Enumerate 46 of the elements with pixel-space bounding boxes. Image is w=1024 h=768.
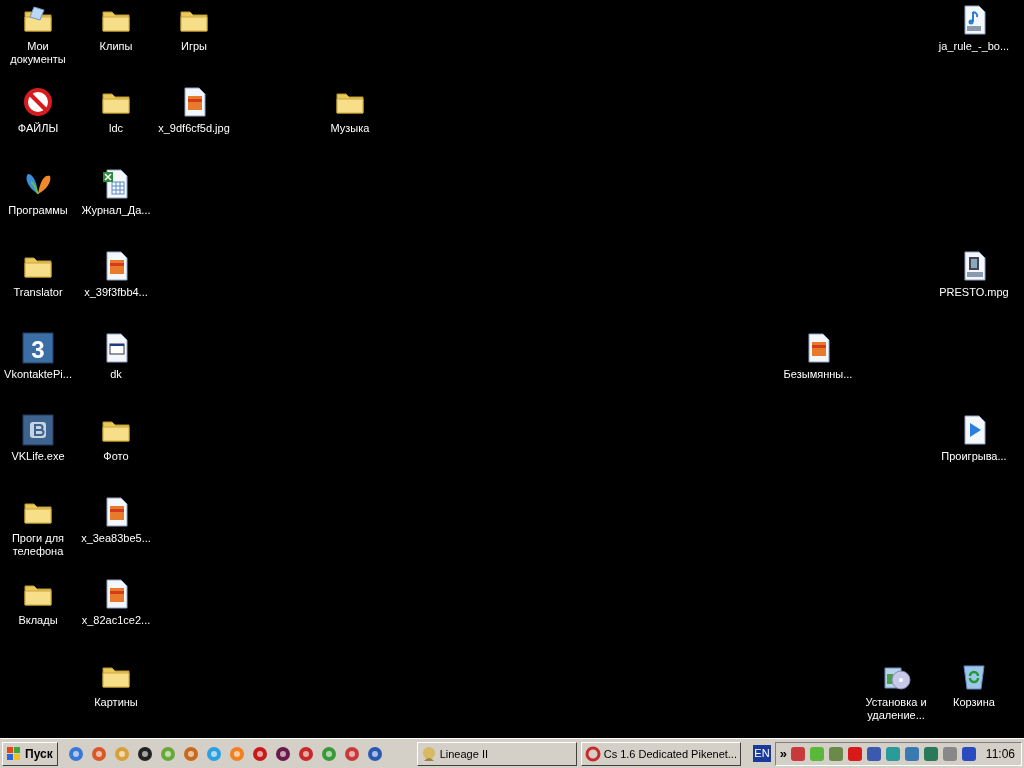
desktop-icon-label[interactable]: Картины [94, 696, 138, 709]
desktop-icon-label[interactable]: Корзина [953, 696, 995, 709]
language-indicator[interactable]: EN [753, 745, 771, 762]
desktop-icon-label[interactable]: Translator [13, 286, 63, 299]
tray-icon[interactable] [789, 745, 806, 762]
desktop-icon-label[interactable]: x_39f3fbb4... [84, 286, 148, 299]
desktop-icon-label[interactable]: Журнал_Да... [81, 204, 151, 217]
desktop-icon-label[interactable]: dk [110, 368, 122, 381]
prohibited-sign-icon[interactable] [22, 86, 54, 118]
desktop-icon-label[interactable]: Фото [103, 450, 129, 463]
desktop-icon-label[interactable]: Музыка [330, 122, 370, 135]
desktop-icon-label[interactable]: ja_rule_-_bo... [938, 40, 1010, 53]
desktop-icon-label[interactable]: ldc [108, 122, 124, 135]
desktop-icon-label[interactable]: x_3ea83be5... [81, 532, 151, 545]
windows-logo-icon [6, 745, 22, 762]
tray-icon[interactable] [865, 745, 882, 762]
desktop-icon-label[interactable]: Игры [181, 40, 207, 53]
desktop-icon-label[interactable]: Проги для телефона [0, 532, 76, 558]
taskbar-window-button[interactable]: Lineage II [416, 741, 577, 766]
tray-icon[interactable] [922, 745, 939, 762]
tray-icon[interactable] [846, 745, 863, 762]
ring-icon [584, 745, 601, 762]
clock: 11:06 [985, 746, 1015, 761]
vk-logo-icon[interactable] [22, 414, 54, 446]
desktop-icon-label[interactable]: x_9df6cf5d.jpg [158, 122, 230, 135]
desktop-icon-label[interactable]: VkontaktePi... [4, 368, 72, 381]
desktop-icon-label[interactable]: Проигрыва... [941, 450, 1007, 463]
taskbar-window-button[interactable]: Cs 1.6 Dedicated Pikenet... [580, 741, 741, 766]
start-button[interactable]: Пуск [2, 741, 58, 766]
desktop-icon-label[interactable]: Программы [8, 204, 68, 217]
tray-icon[interactable] [903, 745, 920, 762]
desktop-icon-label[interactable]: ФАЙЛЫ [17, 122, 59, 135]
desktop-icon-label[interactable]: Безымянны... [783, 368, 853, 381]
tray-icon[interactable] [960, 745, 977, 762]
desktop-icon-label[interactable]: Вклады [18, 614, 58, 627]
app-icon[interactable] [274, 745, 291, 762]
desktop-icon-label[interactable]: Мои документы [0, 40, 76, 66]
desktop-icon-label[interactable]: x_82ac1ce2... [81, 614, 151, 627]
desktop-icon-label[interactable]: PRESTO.mpg [939, 286, 1009, 299]
desktop-icon-label[interactable]: Клипы [99, 40, 133, 53]
tray-icon[interactable] [827, 745, 844, 762]
number-three-icon[interactable]: 3 [22, 332, 54, 364]
desktop-icon-label[interactable]: Установка и удаление... [858, 696, 934, 722]
show-hidden-icons-button[interactable]: » [779, 746, 787, 761]
app-icon[interactable] [136, 745, 153, 762]
desktop-icon-label[interactable]: VKLife.exe [11, 450, 65, 463]
